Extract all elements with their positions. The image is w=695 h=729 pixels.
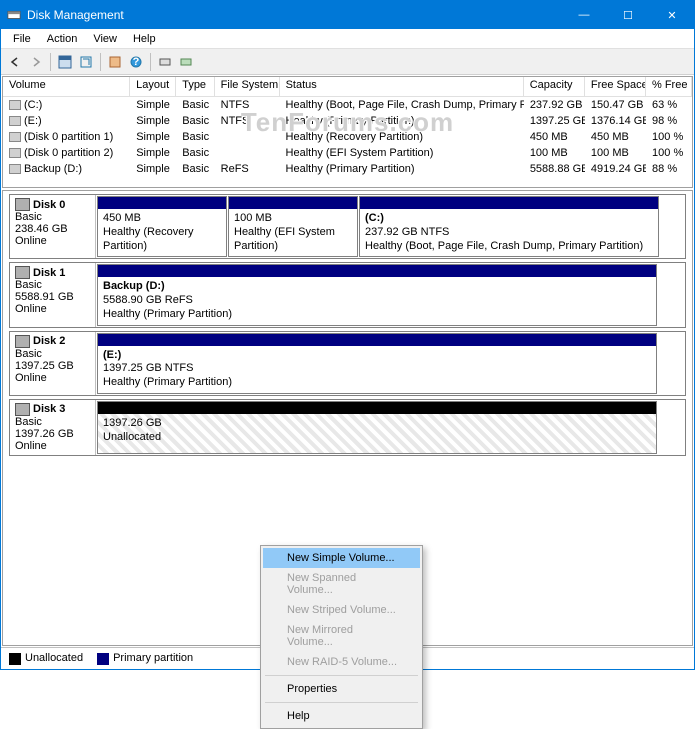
help-button[interactable]: ? <box>126 52 146 72</box>
menu-separator <box>265 675 418 676</box>
context-menu-item[interactable]: Properties <box>263 679 420 699</box>
back-button[interactable] <box>5 52 25 72</box>
toolbar-icon[interactable] <box>105 52 125 72</box>
context-menu-item[interactable]: Help <box>263 706 420 726</box>
disk-icon <box>15 335 30 348</box>
app-window: Disk Management — ☐ ✕ File Action View H… <box>0 0 695 670</box>
toolbar-icon[interactable] <box>55 52 75 72</box>
titlebar[interactable]: Disk Management — ☐ ✕ <box>1 1 694 29</box>
context-menu: New Simple Volume...New Spanned Volume..… <box>260 545 423 729</box>
toolbar-icon[interactable] <box>155 52 175 72</box>
table-row[interactable]: (Disk 0 partition 2)SimpleBasicHealthy (… <box>3 145 692 161</box>
toolbar-icon[interactable] <box>176 52 196 72</box>
context-menu-item: New Mirrored Volume... <box>263 620 420 652</box>
context-menu-item: New Striped Volume... <box>263 600 420 620</box>
drive-icon <box>9 148 21 158</box>
disk-icon <box>15 266 30 279</box>
partition[interactable]: Backup (D:)5588.90 GB ReFSHealthy (Prima… <box>97 264 657 325</box>
context-menu-item: New Spanned Volume... <box>263 568 420 600</box>
menu-view[interactable]: View <box>85 31 125 47</box>
table-row[interactable]: (C:)SimpleBasicNTFSHealthy (Boot, Page F… <box>3 97 692 113</box>
partition[interactable]: (E:)1397.25 GB NTFSHealthy (Primary Part… <box>97 333 657 394</box>
drive-icon <box>9 100 21 110</box>
disk-row: Disk 0Basic238.46 GBOnline450 MBHealthy … <box>9 194 686 259</box>
column-status[interactable]: Status <box>280 77 524 96</box>
column-volume[interactable]: Volume <box>3 77 130 96</box>
table-row[interactable]: (Disk 0 partition 1)SimpleBasicHealthy (… <box>3 129 692 145</box>
disk-row: Disk 3Basic1397.26 GBOnline1397.26 GBUna… <box>9 399 686 456</box>
column-layout[interactable]: Layout <box>130 77 176 96</box>
partition[interactable]: 450 MBHealthy (Recovery Partition) <box>97 196 227 257</box>
disk-icon <box>15 403 30 416</box>
drive-icon <box>9 116 21 126</box>
disk-row: Disk 1Basic5588.91 GBOnlineBackup (D:)55… <box>9 262 686 327</box>
forward-button[interactable] <box>26 52 46 72</box>
context-menu-item: New RAID-5 Volume... <box>263 652 420 672</box>
unallocated-space[interactable]: 1397.26 GBUnallocated <box>97 401 657 454</box>
disk-header[interactable]: Disk 2Basic1397.25 GBOnline <box>10 332 96 395</box>
drive-icon <box>9 164 21 174</box>
svg-text:?: ? <box>133 56 140 68</box>
window-title: Disk Management <box>27 8 562 22</box>
disk-header[interactable]: Disk 1Basic5588.91 GBOnline <box>10 263 96 326</box>
disk-icon <box>15 198 30 211</box>
menu-file[interactable]: File <box>5 31 39 47</box>
menubar: File Action View Help <box>1 29 694 49</box>
table-row[interactable]: (E:)SimpleBasicNTFSHealthy (Primary Part… <box>3 113 692 129</box>
menu-action[interactable]: Action <box>39 31 86 47</box>
column-capacity[interactable]: Capacity <box>524 77 585 96</box>
drive-icon <box>9 132 21 142</box>
column-pctfree[interactable]: % Free <box>646 77 692 96</box>
app-icon <box>7 8 21 22</box>
close-button[interactable]: ✕ <box>650 1 694 29</box>
menu-separator <box>265 702 418 703</box>
disk-header[interactable]: Disk 3Basic1397.26 GBOnline <box>10 400 96 455</box>
partition[interactable]: 100 MBHealthy (EFI System Partition) <box>228 196 358 257</box>
content-area: TenForums.com Volume Layout Type File Sy… <box>1 75 694 669</box>
disk-header[interactable]: Disk 0Basic238.46 GBOnline <box>10 195 96 258</box>
partition[interactable]: (C:)237.92 GB NTFSHealthy (Boot, Page Fi… <box>359 196 659 257</box>
menu-help[interactable]: Help <box>125 31 164 47</box>
table-row[interactable]: Backup (D:)SimpleBasicReFSHealthy (Prima… <box>3 161 692 177</box>
column-filesystem[interactable]: File System <box>215 77 280 96</box>
column-type[interactable]: Type <box>176 77 214 96</box>
context-menu-item[interactable]: New Simple Volume... <box>263 548 420 568</box>
legend-primary: Primary partition <box>97 652 193 664</box>
table-header: Volume Layout Type File System Status Ca… <box>3 77 692 97</box>
legend-unallocated: Unallocated <box>9 652 83 664</box>
maximize-button[interactable]: ☐ <box>606 1 650 29</box>
disk-row: Disk 2Basic1397.25 GBOnline(E:)1397.25 G… <box>9 331 686 396</box>
volume-list[interactable]: Volume Layout Type File System Status Ca… <box>2 76 693 188</box>
refresh-button[interactable] <box>76 52 96 72</box>
toolbar: ? <box>1 49 694 75</box>
column-freespace[interactable]: Free Space <box>585 77 646 96</box>
minimize-button[interactable]: — <box>562 1 606 29</box>
